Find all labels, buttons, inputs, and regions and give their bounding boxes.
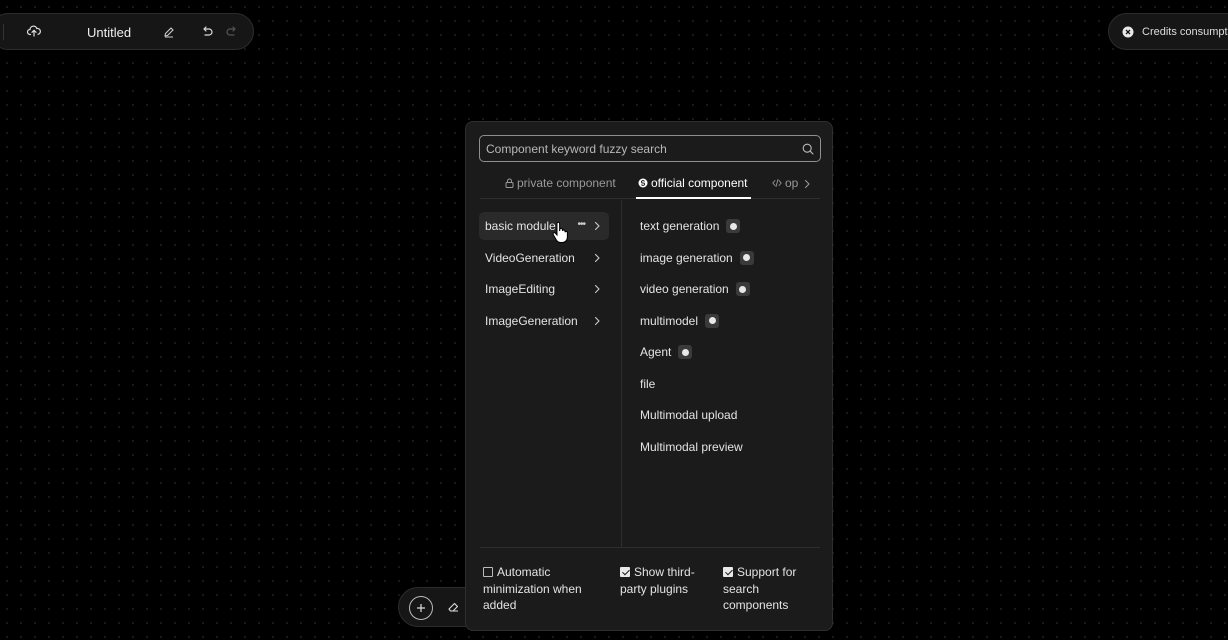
- search-components-checkbox[interactable]: [723, 567, 733, 577]
- component-multimodel[interactable]: multimodel: [640, 307, 820, 335]
- chevron-right-icon: [593, 221, 601, 231]
- component-video-generation[interactable]: video generation: [640, 275, 820, 303]
- component-multimodal-upload[interactable]: Multimodal upload: [640, 401, 820, 429]
- component-image-generation[interactable]: image generation: [640, 244, 820, 272]
- redo-icon[interactable]: [225, 25, 239, 39]
- search-box: [479, 135, 821, 162]
- chevron-right-icon[interactable]: [803, 179, 811, 189]
- cloud-upload-icon[interactable]: [27, 24, 41, 38]
- tab-official-component[interactable]: official component: [638, 176, 748, 190]
- component-label: image generation: [640, 250, 733, 265]
- category-imagegeneration[interactable]: ImageGeneration: [479, 307, 609, 335]
- official-badge-icon: [638, 178, 648, 188]
- tab-label: op: [785, 176, 799, 190]
- tab-private-component[interactable]: private component: [505, 176, 616, 190]
- category-imageediting[interactable]: ImageEditing: [479, 275, 609, 303]
- chevron-right-icon: [593, 253, 601, 263]
- chevron-right-icon: [593, 316, 601, 326]
- category-label: basic module: [485, 219, 556, 233]
- tab-label: official component: [651, 176, 748, 190]
- component-tabs: private component official component op: [480, 169, 820, 199]
- credits-label: Credits consumption: [1142, 25, 1228, 38]
- hand-cursor-icon: [552, 222, 568, 244]
- option-label: Support for search components: [723, 565, 797, 612]
- column-divider: [621, 200, 622, 548]
- undo-icon[interactable]: [200, 25, 214, 39]
- component-text-generation[interactable]: text generation: [640, 212, 820, 240]
- official-badge-icon: [678, 345, 693, 359]
- credits-icon: [1122, 26, 1134, 38]
- category-basic-module[interactable]: basic module •••: [479, 212, 609, 240]
- lock-icon: [505, 178, 514, 188]
- category-label: VideoGeneration: [485, 250, 575, 265]
- document-title: Untitled: [87, 25, 132, 40]
- component-label: Agent: [640, 345, 672, 359]
- search-input[interactable]: [486, 141, 802, 156]
- eraser-icon[interactable]: [447, 600, 460, 613]
- component-file[interactable]: file: [640, 370, 820, 398]
- plus-icon: [416, 603, 426, 613]
- auto-minimize-checkbox[interactable]: [483, 567, 493, 577]
- component-label: Multimodal upload: [640, 408, 738, 422]
- more-icon[interactable]: •••: [577, 219, 585, 230]
- chevron-right-icon: [593, 284, 601, 294]
- category-videogeneration[interactable]: VideoGeneration: [479, 244, 609, 272]
- official-badge-icon: [705, 313, 720, 328]
- option-show-third-party[interactable]: Show third-party plugins: [620, 564, 700, 597]
- component-label: multimodel: [640, 313, 699, 328]
- official-badge-icon: [739, 250, 754, 265]
- code-icon: [772, 178, 782, 188]
- pencil-icon[interactable]: [163, 26, 175, 38]
- component-list: text generation image generation video g…: [640, 212, 820, 464]
- component-label: video generation: [640, 282, 729, 296]
- option-label: Show third-party plugins: [620, 565, 695, 596]
- component-label: file: [640, 376, 656, 391]
- show-third-party-checkbox[interactable]: [620, 567, 630, 577]
- component-label: text generation: [640, 219, 720, 233]
- category-label: ImageEditing: [485, 282, 556, 296]
- footer-divider: [480, 547, 820, 548]
- search-icon[interactable]: [802, 143, 814, 155]
- component-agent[interactable]: Agent: [640, 338, 820, 366]
- toolbar-divider: [3, 24, 4, 40]
- active-tab-indicator: [636, 197, 751, 199]
- option-auto-minimize[interactable]: Automatic minimization when added: [483, 564, 603, 614]
- component-label: Multimodal preview: [640, 439, 743, 454]
- category-label: ImageGeneration: [485, 313, 578, 328]
- category-list: basic module ••• VideoGeneration ImageEd…: [479, 212, 609, 338]
- component-picker-panel: private component official component op …: [465, 121, 833, 631]
- add-button[interactable]: [409, 596, 433, 620]
- tab-open-component[interactable]: op: [772, 176, 798, 190]
- option-label: Automatic minimization when added: [483, 565, 582, 612]
- component-multimodal-preview[interactable]: Multimodal preview: [640, 433, 820, 461]
- credits-consumption-button[interactable]: Credits consumption: [1108, 13, 1228, 50]
- official-badge-icon: [735, 282, 750, 296]
- option-search-components[interactable]: Support for search components: [723, 564, 823, 614]
- official-badge-icon: [726, 219, 741, 233]
- top-toolbar: Untitled: [0, 13, 254, 50]
- tab-label: private component: [517, 176, 616, 190]
